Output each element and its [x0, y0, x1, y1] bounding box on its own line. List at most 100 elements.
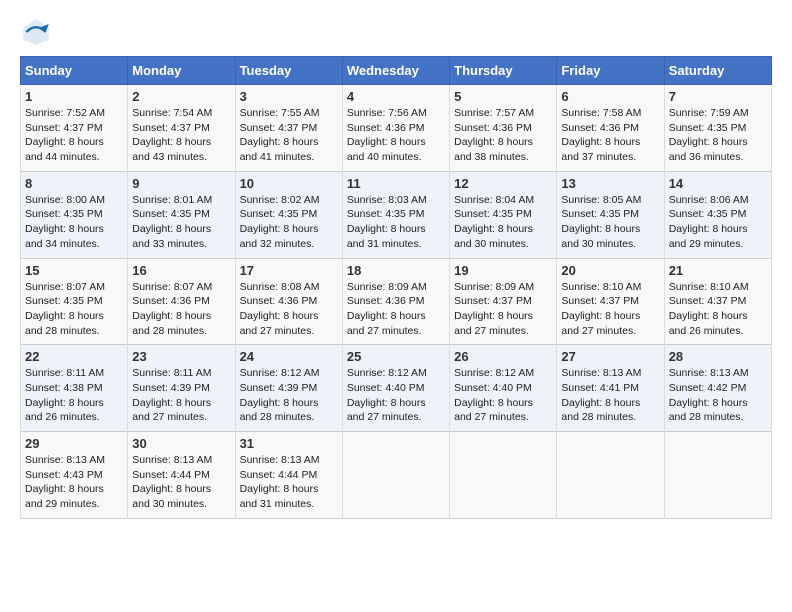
- day-number: 27: [561, 349, 659, 364]
- calendar-cell: 15 Sunrise: 8:07 AMSunset: 4:35 PMDaylig…: [21, 258, 128, 345]
- cell-details: Sunrise: 7:57 AMSunset: 4:36 PMDaylight:…: [454, 107, 534, 163]
- calendar-cell: 18 Sunrise: 8:09 AMSunset: 4:36 PMDaylig…: [342, 258, 449, 345]
- logo: [20, 16, 56, 48]
- cell-details: Sunrise: 8:13 AMSunset: 4:44 PMDaylight:…: [240, 454, 320, 510]
- day-number: 26: [454, 349, 552, 364]
- cell-details: Sunrise: 8:12 AMSunset: 4:40 PMDaylight:…: [347, 367, 427, 423]
- day-number: 24: [240, 349, 338, 364]
- calendar-cell: 3 Sunrise: 7:55 AMSunset: 4:37 PMDayligh…: [235, 85, 342, 172]
- day-number: 23: [132, 349, 230, 364]
- day-number: 10: [240, 176, 338, 191]
- day-number: 3: [240, 89, 338, 104]
- cell-details: Sunrise: 8:04 AMSunset: 4:35 PMDaylight:…: [454, 194, 534, 250]
- day-number: 16: [132, 263, 230, 278]
- day-number: 7: [669, 89, 767, 104]
- calendar-cell: 10 Sunrise: 8:02 AMSunset: 4:35 PMDaylig…: [235, 171, 342, 258]
- col-header-saturday: Saturday: [664, 57, 771, 85]
- cell-details: Sunrise: 8:09 AMSunset: 4:37 PMDaylight:…: [454, 281, 534, 337]
- day-number: 21: [669, 263, 767, 278]
- day-number: 15: [25, 263, 123, 278]
- cell-details: Sunrise: 8:13 AMSunset: 4:41 PMDaylight:…: [561, 367, 641, 423]
- col-header-thursday: Thursday: [450, 57, 557, 85]
- calendar-cell: 23 Sunrise: 8:11 AMSunset: 4:39 PMDaylig…: [128, 345, 235, 432]
- calendar-cell: 30 Sunrise: 8:13 AMSunset: 4:44 PMDaylig…: [128, 432, 235, 519]
- day-number: 30: [132, 436, 230, 451]
- day-number: 1: [25, 89, 123, 104]
- cell-details: Sunrise: 8:10 AMSunset: 4:37 PMDaylight:…: [561, 281, 641, 337]
- day-number: 17: [240, 263, 338, 278]
- calendar-cell: [664, 432, 771, 519]
- cell-details: Sunrise: 8:06 AMSunset: 4:35 PMDaylight:…: [669, 194, 749, 250]
- calendar-cell: [557, 432, 664, 519]
- cell-details: Sunrise: 7:58 AMSunset: 4:36 PMDaylight:…: [561, 107, 641, 163]
- cell-details: Sunrise: 8:05 AMSunset: 4:35 PMDaylight:…: [561, 194, 641, 250]
- calendar-cell: 6 Sunrise: 7:58 AMSunset: 4:36 PMDayligh…: [557, 85, 664, 172]
- day-number: 31: [240, 436, 338, 451]
- calendar-header-row: SundayMondayTuesdayWednesdayThursdayFrid…: [21, 57, 772, 85]
- cell-details: Sunrise: 8:07 AMSunset: 4:36 PMDaylight:…: [132, 281, 212, 337]
- calendar-cell: 7 Sunrise: 7:59 AMSunset: 4:35 PMDayligh…: [664, 85, 771, 172]
- cell-details: Sunrise: 8:00 AMSunset: 4:35 PMDaylight:…: [25, 194, 105, 250]
- day-number: 14: [669, 176, 767, 191]
- calendar-cell: 9 Sunrise: 8:01 AMSunset: 4:35 PMDayligh…: [128, 171, 235, 258]
- calendar-cell: 20 Sunrise: 8:10 AMSunset: 4:37 PMDaylig…: [557, 258, 664, 345]
- calendar-week-row: 15 Sunrise: 8:07 AMSunset: 4:35 PMDaylig…: [21, 258, 772, 345]
- cell-details: Sunrise: 8:03 AMSunset: 4:35 PMDaylight:…: [347, 194, 427, 250]
- day-number: 13: [561, 176, 659, 191]
- calendar-cell: 2 Sunrise: 7:54 AMSunset: 4:37 PMDayligh…: [128, 85, 235, 172]
- cell-details: Sunrise: 8:12 AMSunset: 4:40 PMDaylight:…: [454, 367, 534, 423]
- calendar-cell: 27 Sunrise: 8:13 AMSunset: 4:41 PMDaylig…: [557, 345, 664, 432]
- day-number: 4: [347, 89, 445, 104]
- calendar-cell: 11 Sunrise: 8:03 AMSunset: 4:35 PMDaylig…: [342, 171, 449, 258]
- cell-details: Sunrise: 7:56 AMSunset: 4:36 PMDaylight:…: [347, 107, 427, 163]
- day-number: 20: [561, 263, 659, 278]
- calendar-cell: 26 Sunrise: 8:12 AMSunset: 4:40 PMDaylig…: [450, 345, 557, 432]
- calendar-table: SundayMondayTuesdayWednesdayThursdayFrid…: [20, 56, 772, 519]
- calendar-cell: 16 Sunrise: 8:07 AMSunset: 4:36 PMDaylig…: [128, 258, 235, 345]
- cell-details: Sunrise: 8:02 AMSunset: 4:35 PMDaylight:…: [240, 194, 320, 250]
- calendar-week-row: 1 Sunrise: 7:52 AMSunset: 4:37 PMDayligh…: [21, 85, 772, 172]
- day-number: 25: [347, 349, 445, 364]
- cell-details: Sunrise: 8:13 AMSunset: 4:43 PMDaylight:…: [25, 454, 105, 510]
- cell-details: Sunrise: 7:52 AMSunset: 4:37 PMDaylight:…: [25, 107, 105, 163]
- calendar-cell: 13 Sunrise: 8:05 AMSunset: 4:35 PMDaylig…: [557, 171, 664, 258]
- calendar-week-row: 22 Sunrise: 8:11 AMSunset: 4:38 PMDaylig…: [21, 345, 772, 432]
- cell-details: Sunrise: 7:59 AMSunset: 4:35 PMDaylight:…: [669, 107, 749, 163]
- calendar-week-row: 29 Sunrise: 8:13 AMSunset: 4:43 PMDaylig…: [21, 432, 772, 519]
- calendar-cell: 31 Sunrise: 8:13 AMSunset: 4:44 PMDaylig…: [235, 432, 342, 519]
- day-number: 5: [454, 89, 552, 104]
- cell-details: Sunrise: 8:13 AMSunset: 4:42 PMDaylight:…: [669, 367, 749, 423]
- cell-details: Sunrise: 8:07 AMSunset: 4:35 PMDaylight:…: [25, 281, 105, 337]
- cell-details: Sunrise: 8:12 AMSunset: 4:39 PMDaylight:…: [240, 367, 320, 423]
- day-number: 19: [454, 263, 552, 278]
- col-header-friday: Friday: [557, 57, 664, 85]
- calendar-cell: 12 Sunrise: 8:04 AMSunset: 4:35 PMDaylig…: [450, 171, 557, 258]
- col-header-wednesday: Wednesday: [342, 57, 449, 85]
- calendar-cell: 1 Sunrise: 7:52 AMSunset: 4:37 PMDayligh…: [21, 85, 128, 172]
- calendar-cell: 17 Sunrise: 8:08 AMSunset: 4:36 PMDaylig…: [235, 258, 342, 345]
- cell-details: Sunrise: 7:55 AMSunset: 4:37 PMDaylight:…: [240, 107, 320, 163]
- calendar-cell: 5 Sunrise: 7:57 AMSunset: 4:36 PMDayligh…: [450, 85, 557, 172]
- calendar-cell: 29 Sunrise: 8:13 AMSunset: 4:43 PMDaylig…: [21, 432, 128, 519]
- cell-details: Sunrise: 8:11 AMSunset: 4:38 PMDaylight:…: [25, 367, 104, 423]
- cell-details: Sunrise: 8:08 AMSunset: 4:36 PMDaylight:…: [240, 281, 320, 337]
- calendar-cell: 14 Sunrise: 8:06 AMSunset: 4:35 PMDaylig…: [664, 171, 771, 258]
- cell-details: Sunrise: 8:13 AMSunset: 4:44 PMDaylight:…: [132, 454, 212, 510]
- day-number: 12: [454, 176, 552, 191]
- calendar-cell: 4 Sunrise: 7:56 AMSunset: 4:36 PMDayligh…: [342, 85, 449, 172]
- day-number: 18: [347, 263, 445, 278]
- calendar-cell: 8 Sunrise: 8:00 AMSunset: 4:35 PMDayligh…: [21, 171, 128, 258]
- day-number: 11: [347, 176, 445, 191]
- day-number: 29: [25, 436, 123, 451]
- calendar-cell: [450, 432, 557, 519]
- calendar-cell: 19 Sunrise: 8:09 AMSunset: 4:37 PMDaylig…: [450, 258, 557, 345]
- day-number: 28: [669, 349, 767, 364]
- page-header: [20, 16, 772, 48]
- day-number: 22: [25, 349, 123, 364]
- calendar-week-row: 8 Sunrise: 8:00 AMSunset: 4:35 PMDayligh…: [21, 171, 772, 258]
- cell-details: Sunrise: 8:11 AMSunset: 4:39 PMDaylight:…: [132, 367, 211, 423]
- col-header-sunday: Sunday: [21, 57, 128, 85]
- cell-details: Sunrise: 8:01 AMSunset: 4:35 PMDaylight:…: [132, 194, 212, 250]
- day-number: 8: [25, 176, 123, 191]
- calendar-cell: 22 Sunrise: 8:11 AMSunset: 4:38 PMDaylig…: [21, 345, 128, 432]
